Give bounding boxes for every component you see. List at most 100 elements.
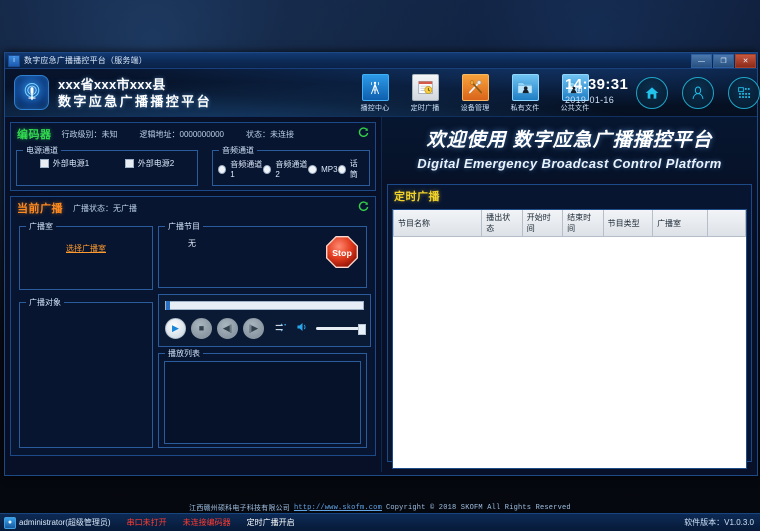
power-channel-2[interactable]: 外部电源2 (125, 158, 174, 169)
seek-bar[interactable] (165, 301, 364, 310)
welcome-banner: 欢迎使用 数字应急广播播控平台 Digital Emergency Broadc… (382, 117, 757, 179)
status-user: ● administrator(超级管理员) (4, 517, 111, 529)
column-program-name[interactable]: 节目名称 (394, 210, 482, 237)
scheduled-broadcast-title: 定时广播 (394, 188, 440, 204)
encoder-panel-header: 编码器 行政级别：未知 逻辑地址：0000000000 状态：未连接 (11, 123, 375, 144)
select-broadcast-room-link[interactable]: 选择广播室 (25, 243, 147, 254)
table-header-row: 节目名称 播出状态 开始时间 结束时间 节目类型 广播室 (394, 210, 746, 237)
close-button[interactable]: ✕ (735, 54, 756, 68)
status-serial: 串口未打开 (127, 517, 167, 528)
media-player: ▶ ■ ◀| |▶ (158, 294, 371, 347)
toolbar-item-device-management[interactable]: 设备管理 (457, 74, 493, 113)
broadcast-room-group: 广播室 选择广播室 (19, 226, 153, 290)
play-icon[interactable]: ▶ (165, 318, 186, 339)
wrench-tools-icon (462, 74, 489, 101)
power-channel-1-label: 外部电源1 (53, 158, 89, 169)
apps-grid-icon[interactable] (728, 77, 760, 109)
broadcast-room-legend: 广播室 (26, 221, 56, 232)
header-round-buttons (636, 77, 760, 109)
toolbar-item-private-files[interactable]: 私有文件 (507, 74, 543, 113)
user-badge-icon: ● (4, 517, 16, 529)
audio-channel-mic-label: 话筒 (350, 158, 364, 180)
stop-icon[interactable]: ■ (191, 318, 212, 339)
app-header: xxx省xxx市xxx县 数字应急广播播控平台 (5, 69, 757, 117)
previous-icon[interactable]: ◀| (217, 318, 238, 339)
status-user-label: administrator(超级管理员) (19, 517, 111, 528)
encoder-panel: 编码器 行政级别：未知 逻辑地址：0000000000 状态：未连接 (10, 122, 376, 191)
scheduled-table-body-empty (393, 237, 746, 469)
checkbox-icon (40, 159, 49, 168)
window-titlebar: i 数字应急广播播控平台（服务端） — ❐ ✕ (5, 53, 757, 69)
radio-icon (308, 165, 317, 174)
scheduled-table-wrap[interactable]: 节目名称 播出状态 开始时间 结束时间 节目类型 广播室 (392, 209, 747, 469)
power-channel-1[interactable]: 外部电源1 (40, 158, 89, 169)
shuffle-icon[interactable] (275, 320, 289, 338)
broadcast-target-legend: 广播对象 (26, 297, 64, 308)
column-start-time[interactable]: 开始时间 (522, 210, 562, 237)
toolbar-label: 设备管理 (457, 103, 493, 113)
toolbar-item-broadcast-center[interactable]: 播控中心 (357, 74, 393, 113)
home-icon[interactable] (636, 77, 668, 109)
footer-copyright-text: Copyright © 2018 SKOFM All Rights Reserv… (386, 504, 571, 512)
column-end-time[interactable]: 结束时间 (563, 210, 603, 237)
current-broadcast-title: 当前广播 (17, 200, 63, 216)
audio-channel-mic[interactable]: 话筒 (338, 158, 364, 180)
broadcast-target-group: 广播对象 (19, 302, 153, 448)
power-channel-group: 电源通道 外部电源1 外部电源2 (16, 150, 198, 186)
refresh-icon[interactable] (358, 127, 369, 141)
column-extra[interactable] (708, 210, 746, 237)
column-broadcast-room[interactable]: 广播室 (653, 210, 708, 237)
audio-channel-2[interactable]: 音频通道2 (263, 159, 308, 179)
window-controls: — ❐ ✕ (691, 54, 756, 68)
private-folder-icon (512, 74, 539, 101)
playlist-group: 播放列表 (158, 353, 367, 448)
playlist-box[interactable] (164, 361, 361, 444)
volume-knob[interactable] (358, 324, 366, 335)
user-icon[interactable] (682, 77, 714, 109)
encoder-title: 编码器 (17, 126, 52, 142)
broadcast-program-legend: 广播节目 (165, 221, 203, 232)
current-broadcast-status: 广播状态：无广播 (73, 203, 137, 214)
next-icon[interactable]: |▶ (243, 318, 264, 339)
app-root: i 数字应急广播播控平台（服务端） — ❐ ✕ xxx省xxx市xxx县 (0, 0, 760, 531)
audio-channel-mp3[interactable]: MP3 (308, 165, 337, 174)
toolbar-item-scheduled-broadcast[interactable]: 定时广播 (407, 74, 443, 113)
playlist-legend: 播放列表 (165, 348, 203, 359)
column-play-status[interactable]: 播出状态 (482, 210, 522, 237)
volume-icon[interactable] (296, 320, 309, 338)
footer-url[interactable]: http://www.skofm.com (294, 504, 382, 512)
broadcast-mic-icon (14, 75, 49, 110)
clock-time: 14:39:31 (565, 77, 628, 92)
stop-broadcast-button[interactable]: Stop (325, 235, 359, 269)
broadcast-program-column: 广播节目 无 (158, 220, 371, 452)
volume-slider[interactable] (316, 327, 364, 330)
status-bar: ● administrator(超级管理员) 串口未打开 未连接编码器 定时广播… (0, 513, 760, 531)
minimize-button[interactable]: — (691, 54, 712, 68)
checkbox-icon (125, 159, 134, 168)
status-encoder: 未连接编码器 (183, 517, 231, 528)
audio-channel-1-label: 音频通道1 (230, 159, 263, 179)
brand-text: xxx省xxx市xxx县 数字应急广播播控平台 (58, 78, 212, 108)
refresh-icon[interactable] (358, 201, 369, 215)
column-program-type[interactable]: 节目类型 (603, 210, 652, 237)
encoder-logic-address: 逻辑地址：0000000000 (140, 129, 225, 140)
scheduled-table: 节目名称 播出状态 开始时间 结束时间 节目类型 广播室 (393, 210, 746, 237)
status-schedule: 定时广播开启 (247, 517, 295, 528)
broadcast-tower-icon (362, 74, 389, 101)
current-broadcast-body: 广播室 选择广播室 广播对象 广播节目 无 (11, 218, 375, 456)
audio-channel-1[interactable]: 音频通道1 (218, 159, 263, 179)
window-title: 数字应急广播播控平台（服务端） (24, 55, 147, 66)
audio-channel-row: 音频通道1 音频通道2 MP3 (218, 158, 364, 180)
power-channel-2-label: 外部电源2 (138, 158, 174, 169)
audio-channel-2-label: 音频通道2 (275, 159, 308, 179)
brand-line-1: xxx省xxx市xxx县 (58, 78, 212, 91)
audio-channel-legend: 音频通道 (219, 145, 257, 156)
seek-knob[interactable] (166, 301, 170, 310)
audio-channel-group: 音频通道 音频通道1 音频通道2 (212, 150, 370, 186)
current-broadcast-header: 当前广播 广播状态：无广播 (11, 197, 375, 218)
current-broadcast-panel: 当前广播 广播状态：无广播 广播室 (10, 196, 376, 456)
radio-icon (218, 165, 226, 174)
welcome-title-en: Digital Emergency Broadcast Control Plat… (417, 156, 721, 171)
left-column: 编码器 行政级别：未知 逻辑地址：0000000000 状态：未连接 (5, 117, 382, 472)
maximize-button[interactable]: ❐ (713, 54, 734, 68)
